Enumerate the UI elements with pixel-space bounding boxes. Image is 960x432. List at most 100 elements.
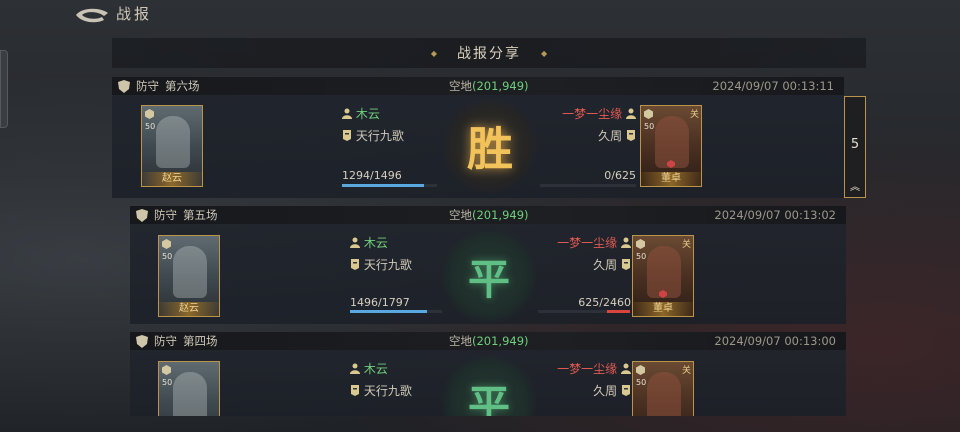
- quality-icon: [162, 239, 171, 249]
- panel-title: 战报分享: [457, 46, 521, 62]
- double-chevron-up-icon[interactable]: ︽: [845, 178, 865, 193]
- ornament-dot-icon: ◆: [430, 48, 437, 58]
- result-draw-badge: 平: [441, 354, 537, 416]
- back-icon[interactable]: [74, 5, 110, 25]
- hero-name: 董卓: [641, 172, 701, 186]
- enemy-hp-bar: [538, 310, 630, 313]
- enemy-hp-bar: [540, 184, 636, 187]
- report-round: 第六场: [165, 79, 200, 93]
- report-mode: 防守: [154, 334, 177, 348]
- report-body: 50 赵云 木云 天行九歌 1294/1496 胜 一梦一尘缘 久周 0/625…: [112, 95, 844, 198]
- player-hero-portrait[interactable]: 50: [158, 361, 220, 416]
- guild-banner-icon: [622, 259, 630, 270]
- player-name: 木云: [350, 234, 388, 251]
- player-hp-fill: [350, 310, 427, 313]
- hero-name: 赵云: [142, 172, 202, 186]
- enemy-hero-portrait[interactable]: 50 关 董卓: [632, 235, 694, 317]
- player-hp-fill: [342, 184, 425, 187]
- report-timestamp: 2024/09/07 00:13:11: [712, 79, 834, 93]
- enemy-hp-text: 625/2460: [578, 296, 631, 309]
- hero-figure: [156, 116, 190, 168]
- location-coords[interactable]: (201,949): [472, 79, 529, 93]
- enemy-hero-portrait[interactable]: 50 关 董卓: [640, 105, 702, 187]
- report-header: 防守 第五场 空地(201,949) 2024/09/07 00:13:02: [130, 206, 846, 224]
- hero-figure: [655, 116, 689, 168]
- result-draw-badge: 平: [441, 228, 537, 324]
- ornament-dot-icon: ◆: [541, 48, 548, 58]
- person-icon: [626, 108, 636, 119]
- quality-icon: [636, 239, 645, 249]
- location-label: 空地: [449, 208, 472, 222]
- battle-report-card[interactable]: 防守 第四场 空地(201,949) 2024/09/07 00:13:00 5…: [130, 332, 846, 416]
- shield-icon: [136, 334, 148, 348]
- person-icon: [621, 363, 631, 374]
- enemy-guild: 久周: [593, 382, 631, 399]
- guild-banner-icon: [351, 385, 359, 396]
- enemy-hero-portrait[interactable]: 50 关: [632, 361, 694, 416]
- report-mode: 防守: [136, 79, 159, 93]
- location-label: 空地: [449, 334, 472, 348]
- hero-figure: [173, 246, 207, 298]
- report-round: 第四场: [183, 334, 218, 348]
- report-location: 空地(201,949): [449, 78, 529, 94]
- player-hp-text: 1496/1797: [350, 296, 410, 309]
- hero-figure: [647, 246, 681, 298]
- enemy-name: 一梦一尘缘: [557, 234, 631, 251]
- location-coords[interactable]: (201,949): [472, 334, 529, 348]
- report-timestamp: 2024/09/07 00:13:00: [714, 334, 836, 348]
- player-hero-portrait[interactable]: 50 赵云: [141, 105, 203, 187]
- player-name: 木云: [350, 360, 388, 377]
- shield-icon: [118, 79, 130, 93]
- hero-level: 50: [162, 252, 173, 261]
- scroll-top-control[interactable]: 5 ︽: [844, 96, 866, 198]
- quality-icon: [145, 109, 154, 119]
- hero-level: 50: [636, 378, 647, 387]
- player-hp-bar: [350, 310, 442, 313]
- guild-banner-icon: [343, 130, 351, 141]
- hero-faction-mark: 关: [681, 240, 691, 250]
- hero-figure: [647, 372, 681, 416]
- player-guild: 天行九歌: [350, 382, 412, 399]
- report-location: 空地(201,949): [449, 207, 529, 223]
- hero-name: 赵云: [159, 302, 219, 316]
- panel-header: ◆ 战报分享 ◆: [112, 38, 866, 68]
- report-round: 第五场: [183, 208, 218, 222]
- player-guild: 天行九歌: [350, 256, 412, 273]
- hero-level: 50: [162, 378, 173, 387]
- page-title: 战报: [116, 5, 153, 23]
- enemy-guild: 久周: [598, 127, 636, 144]
- person-icon: [342, 108, 352, 119]
- person-icon: [350, 363, 360, 374]
- report-header: 防守 第六场 空地(201,949) 2024/09/07 00:13:11: [112, 77, 844, 95]
- hero-faction-mark: 关: [681, 366, 691, 376]
- quality-icon: [644, 109, 653, 119]
- side-drawer-handle[interactable]: [0, 50, 8, 128]
- report-location: 空地(201,949): [449, 333, 529, 349]
- player-guild: 天行九歌: [342, 127, 404, 144]
- location-coords[interactable]: (201,949): [472, 208, 529, 222]
- report-body: 50 木云 天行九歌 平 一梦一尘缘 久周 50 关: [130, 350, 846, 416]
- report-mode: 防守: [154, 208, 177, 222]
- result-victory-badge: 胜: [442, 98, 538, 194]
- quality-icon: [636, 365, 645, 375]
- report-header: 防守 第四场 空地(201,949) 2024/09/07 00:13:00: [130, 332, 846, 350]
- quality-icon: [162, 365, 171, 375]
- enemy-hp-fill: [606, 310, 630, 313]
- enemy-name: 一梦一尘缘: [557, 360, 631, 377]
- guild-banner-icon: [351, 259, 359, 270]
- shield-icon: [136, 208, 148, 222]
- hero-faction-mark: 关: [689, 110, 699, 120]
- enemy-name: 一梦一尘缘: [562, 105, 636, 122]
- player-hero-portrait[interactable]: 50 赵云: [158, 235, 220, 317]
- battle-report-card[interactable]: 防守 第六场 空地(201,949) 2024/09/07 00:13:11 5…: [112, 77, 844, 198]
- person-icon: [621, 237, 631, 248]
- hero-level: 50: [636, 252, 647, 261]
- report-count: 5: [850, 137, 860, 152]
- battle-report-card[interactable]: 防守 第五场 空地(201,949) 2024/09/07 00:13:02 5…: [130, 206, 846, 324]
- location-label: 空地: [449, 79, 472, 93]
- report-body: 50 赵云 木云 天行九歌 1496/1797 平 一梦一尘缘 久周 625/2…: [130, 224, 846, 324]
- guild-banner-icon: [627, 130, 635, 141]
- hero-name: 董卓: [633, 302, 693, 316]
- player-name: 木云: [342, 105, 380, 122]
- hero-figure: [173, 372, 207, 416]
